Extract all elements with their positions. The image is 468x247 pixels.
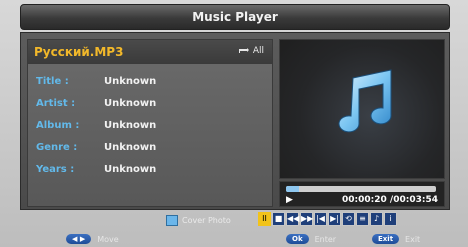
- play-icon: ▶: [286, 195, 293, 205]
- progress-fill: [286, 186, 299, 192]
- move-key-badge: ◀ ▶: [66, 234, 92, 244]
- player-panel: Русский.MP3 All Title : Unknown Artist:…: [20, 32, 450, 210]
- repeat-mode-label: All: [252, 46, 264, 56]
- file-row: Русский.MP3 All: [28, 40, 272, 64]
- playlist-button[interactable]: ♪: [370, 212, 383, 226]
- meta-key: Album :: [36, 120, 80, 131]
- exit-label: Exit: [405, 234, 421, 244]
- remote-hints: ◀ ▶ Move Ok Enter Exit Exit: [0, 232, 468, 247]
- stop-button[interactable]: ■: [272, 212, 285, 226]
- hint-enter: Ok Enter: [286, 234, 336, 244]
- music-note-icon: [335, 68, 395, 144]
- meta-key: Title :: [36, 76, 69, 87]
- previous-button[interactable]: |◀: [314, 212, 327, 226]
- move-label: Move: [97, 234, 119, 244]
- meta-key: Genre :: [36, 142, 78, 153]
- progress-bar[interactable]: [286, 186, 436, 192]
- repeat-button[interactable]: ⟲: [342, 212, 355, 226]
- repeat-icon: [237, 47, 251, 55]
- meta-value: Unknown: [104, 164, 157, 175]
- lyrics-button[interactable]: ≡: [356, 212, 369, 226]
- transport-buttons: II ■ ◀◀ ▶▶ |◀ ▶| ⟲ ≡ ♪ i: [258, 212, 397, 226]
- exit-key-badge: Exit: [372, 234, 400, 244]
- cover-photo-icon: [166, 215, 178, 226]
- window-title: Music Player: [192, 10, 278, 24]
- file-name: Русский.MP3: [34, 45, 124, 59]
- fast-forward-button[interactable]: ▶▶: [300, 212, 313, 226]
- next-button[interactable]: ▶|: [328, 212, 341, 226]
- hint-move: ◀ ▶ Move: [66, 234, 119, 244]
- meta-value: Unknown: [104, 142, 157, 153]
- cover-photo-toggle[interactable]: Cover Photo: [166, 215, 231, 226]
- meta-key: Years :: [36, 164, 75, 175]
- music-player-screen: Music Player Русский.MP3 All Title : Unk…: [0, 0, 468, 247]
- hint-exit: Exit Exit: [372, 234, 420, 244]
- pause-button[interactable]: II: [258, 212, 271, 226]
- info-button[interactable]: i: [384, 212, 397, 226]
- meta-value: Unknown: [104, 76, 157, 87]
- title-bar: Music Player: [20, 4, 450, 30]
- ok-key-badge: Ok: [286, 234, 309, 244]
- controls-row: Cover Photo II ■ ◀◀ ▶▶ |◀ ▶| ⟲ ≡ ♪ i: [0, 212, 468, 230]
- meta-key: Artist :: [36, 98, 76, 109]
- meta-value: Unknown: [104, 120, 157, 131]
- time-readout: 00:00:20 /00:03:54: [342, 195, 438, 205]
- enter-label: Enter: [314, 234, 337, 244]
- meta-value: Unknown: [104, 98, 157, 109]
- rewind-button[interactable]: ◀◀: [286, 212, 299, 226]
- playback-status: ▶ 00:00:20 /00:03:54: [279, 181, 445, 207]
- cover-photo-label: Cover Photo: [182, 216, 231, 225]
- track-info-panel: Русский.MP3 All Title : Unknown Artist:…: [27, 39, 273, 207]
- album-art-area: [279, 39, 445, 179]
- repeat-indicator: All: [237, 46, 264, 56]
